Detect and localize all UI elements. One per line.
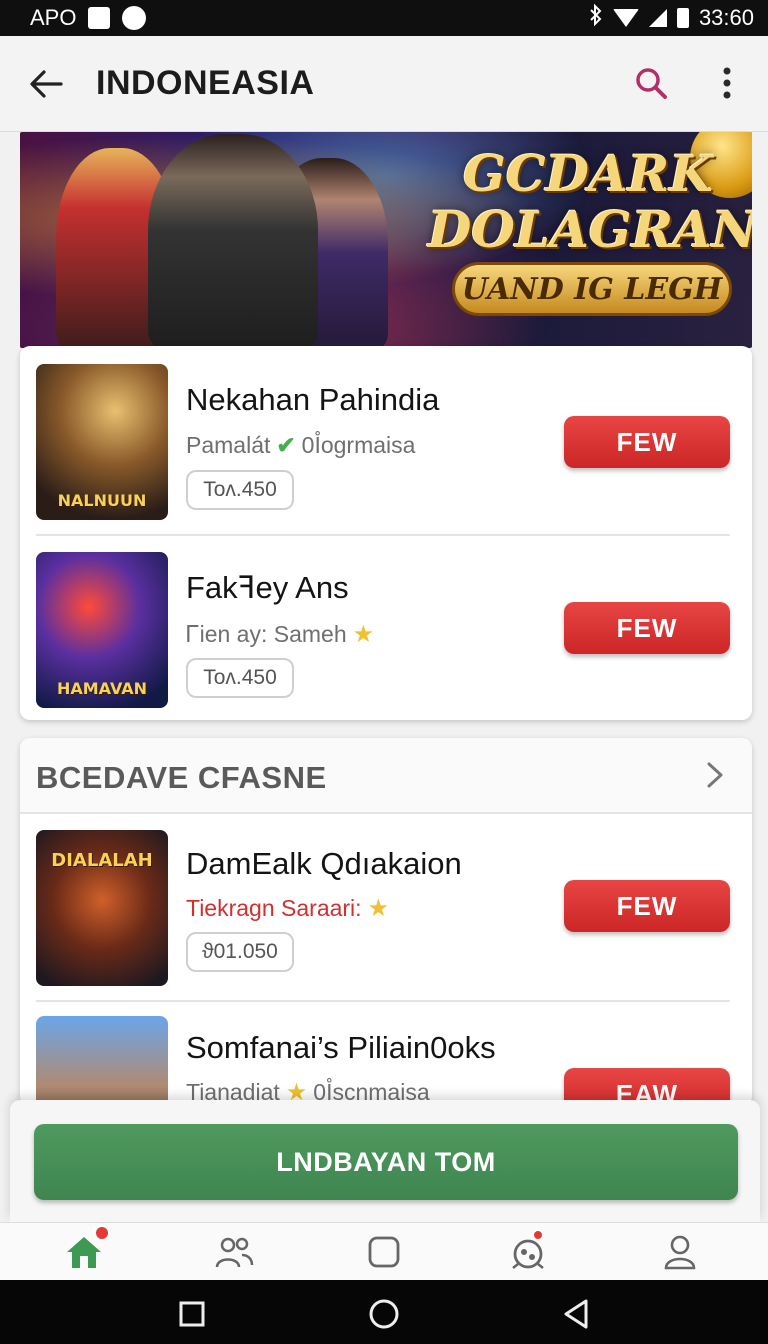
game-subtitle-text: Pamalát <box>186 432 271 458</box>
bottom-navigation <box>0 1222 768 1280</box>
game-subtitle: Tiekragn Saraari: ★ <box>186 894 389 923</box>
featured-games-card: NALNUUN Nekahan Pahindia Pamalát ✔ 0I̊og… <box>20 346 752 720</box>
bluetooth-icon <box>589 3 603 32</box>
gallery-notification-icon <box>88 7 111 29</box>
game-thumbnail: DIALALAH <box>36 830 168 986</box>
signal-icon <box>648 9 667 27</box>
game-subtitle-extra: 0I̊ogrmaisa <box>301 432 416 458</box>
bottom-action-sheet: LNDBAYAN TOM <box>10 1100 760 1222</box>
star-icon: ★ <box>367 895 390 922</box>
clock: 33:60 <box>698 5 754 30</box>
nav-library[interactable] <box>360 1231 408 1273</box>
chevron-right-icon[interactable] <box>702 762 728 788</box>
battery-icon <box>676 8 689 28</box>
check-icon: ✔ <box>276 432 296 458</box>
game-subtitle: Ꮁien ay: Sameh ★ <box>186 620 374 649</box>
user-icon <box>664 1235 696 1270</box>
game-subtitle: Pamalát ✔ 0I̊ogrmaisa <box>186 432 415 459</box>
game-thumbnail: NALNUUN <box>36 364 168 520</box>
page-title: INDONEASIA <box>96 64 315 102</box>
list-item[interactable]: HAMAVAN Fakꟻey Ans Ꮁien ay: Sameh ★ Toᴧ.… <box>20 534 752 720</box>
more-vertical-icon <box>723 67 731 99</box>
nav-friends[interactable] <box>210 1231 258 1273</box>
primary-action-button[interactable]: LNDBAYAN TOM <box>34 1124 738 1200</box>
banner-title-line1: GCDARK <box>463 144 713 203</box>
square-icon <box>368 1236 400 1268</box>
few-button[interactable]: FEW <box>564 416 730 468</box>
star-icon: ★ <box>352 621 375 648</box>
search-icon <box>636 68 667 99</box>
banner-character-center <box>148 134 318 348</box>
price-tag: Toᴧ.450 <box>186 658 294 698</box>
thumbnail-caption: NALNUUN <box>57 491 147 510</box>
circle-home-icon <box>369 1299 399 1329</box>
status-bar: APO 33:60 <box>0 0 768 36</box>
game-title: Fakꟻey Ans <box>186 570 349 605</box>
people-icon <box>215 1237 254 1268</box>
wifi-icon <box>612 9 639 27</box>
recents-icon <box>179 1301 205 1327</box>
carrier-label: APO <box>30 5 77 30</box>
nav-profile[interactable] <box>656 1231 704 1273</box>
banner-title-line2: DOLAGRAN <box>428 200 752 259</box>
price-tag: ϑ01.050 <box>186 932 294 972</box>
thumbnail-caption: HAMAVAN <box>56 679 148 698</box>
thumbnail-art <box>36 1016 168 1106</box>
notification-badge <box>532 1229 544 1241</box>
promo-banner[interactable]: GCDARK DOLAGRAN UAND IG LEGH <box>20 132 752 348</box>
nav-games[interactable] <box>504 1229 552 1273</box>
recents-button[interactable] <box>172 1294 212 1334</box>
triangle-back-icon <box>564 1299 588 1329</box>
system-navigation-bar <box>0 1280 768 1344</box>
banner-subtitle: UAND IG LEGH <box>452 262 732 316</box>
section-card: BCEDAVE CFASNE DIALALAH DamEalk Qdıakaio… <box>20 738 752 1106</box>
notification-badge <box>94 1225 110 1241</box>
back-button[interactable] <box>24 62 68 106</box>
home-system-button[interactable] <box>364 1294 404 1334</box>
system-back-button[interactable] <box>556 1294 596 1334</box>
arrow-left-icon <box>30 70 63 98</box>
app-bar: INDONEASIA <box>0 36 768 132</box>
more-options-button[interactable] <box>710 60 744 106</box>
few-button[interactable]: FEW <box>564 880 730 932</box>
thumbnail-caption: DIALALAH <box>51 850 153 871</box>
price-tag: Toᴧ.450 <box>186 470 294 510</box>
game-thumbnail <box>36 1016 168 1106</box>
game-title: DamEalk Qdıakaion <box>186 846 462 881</box>
game-subtitle-text: Ꮁien ay: Sameh <box>186 621 347 647</box>
game-title: Nekahan Pahindia <box>186 382 440 417</box>
banner-title: GCDARK DOLAGRAN <box>428 144 752 259</box>
section-header[interactable]: BCEDAVE CFASNE <box>20 738 752 814</box>
app-notification-icon <box>122 6 147 30</box>
nav-home[interactable] <box>60 1225 110 1273</box>
list-item[interactable]: DIALALAH DamEalk Qdıakaion Tiekragn Sara… <box>20 814 752 1000</box>
few-button[interactable]: FEW <box>564 602 730 654</box>
list-item[interactable]: Somfanai’s Piliain0oks Tianadiat ★ 0I̊sc… <box>20 1000 752 1106</box>
search-button[interactable] <box>628 60 674 106</box>
section-title: BCEDAVE CFASNE <box>36 760 327 795</box>
list-item[interactable]: NALNUUN Nekahan Pahindia Pamalát ✔ 0I̊og… <box>20 346 752 532</box>
game-title: Somfanai’s Piliain0oks <box>186 1030 496 1065</box>
game-thumbnail: HAMAVAN <box>36 552 168 708</box>
game-subtitle-text: Tiekragn Saraari: <box>186 895 362 921</box>
